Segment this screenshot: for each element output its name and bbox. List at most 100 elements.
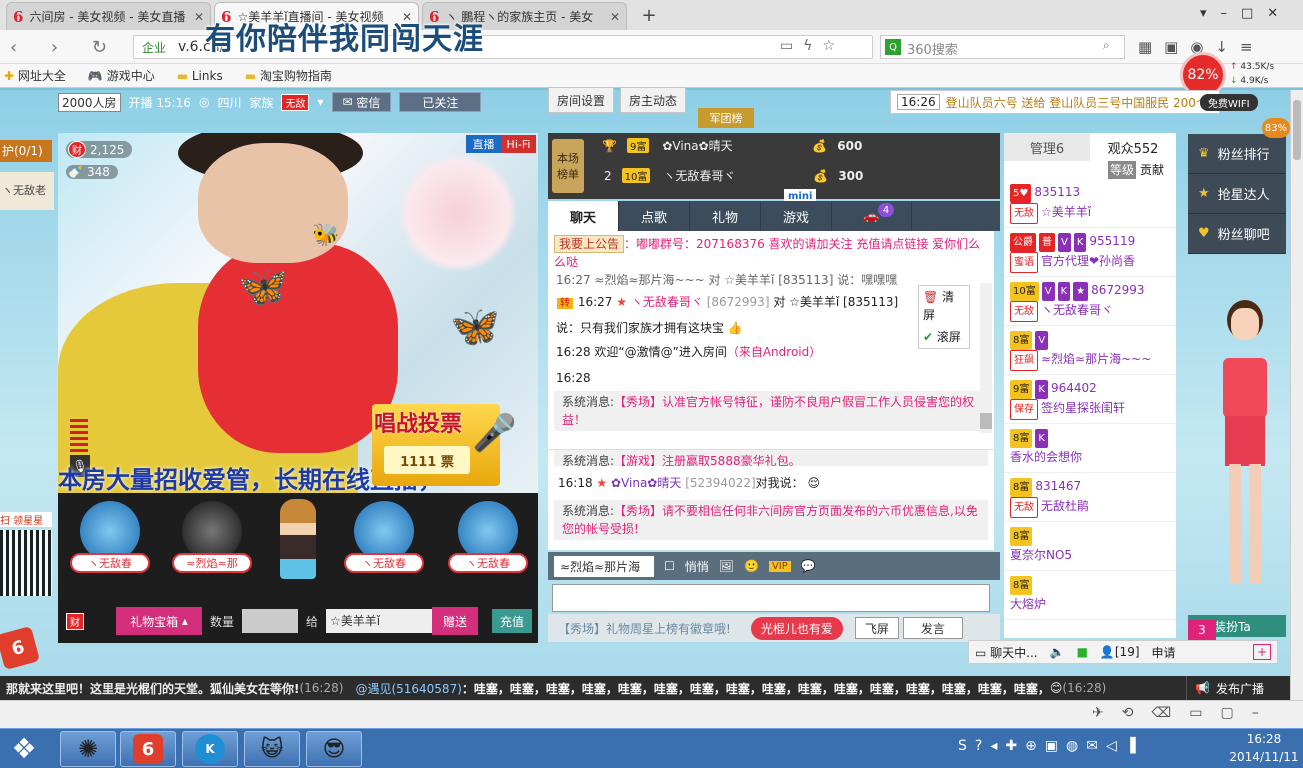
chat-scrollbar[interactable] <box>980 283 992 433</box>
audience-row[interactable]: 9富 K 964402 保存 签约星探张闺轩 <box>1004 375 1176 424</box>
taskbar-app-qq[interactable]: 😺 <box>244 731 300 767</box>
bookmark-item[interactable]: ✚ 网址大全 <box>4 67 66 84</box>
sort-contrib[interactable]: 贡献 <box>1140 161 1164 179</box>
taskbar-app-six[interactable]: 6 <box>120 731 176 767</box>
new-tab-icon[interactable]: + <box>638 4 660 26</box>
vip-icon[interactable]: VIP <box>768 560 791 572</box>
give-button[interactable]: 赠送 <box>432 607 479 635</box>
private-chat[interactable]: 系统消息:【游戏】注册赢取5888豪华礼包。 16:18 ★ ✿Vina✿晴天 … <box>548 450 994 550</box>
chat-user[interactable]: ✿Vina✿晴天 <box>611 476 681 490</box>
apply-button[interactable]: 申请 <box>1152 644 1176 661</box>
user-name[interactable]: ヽ无敌春哥ヾ <box>1041 303 1113 317</box>
seat-1[interactable]: ヽ无敌春 <box>70 501 150 591</box>
tab-chat[interactable]: 聊天 <box>548 201 619 231</box>
user-name[interactable]: ≈烈焰≈那片海~~~ <box>1041 352 1151 366</box>
wifi-badge[interactable]: 免费WIFI <box>1200 94 1258 111</box>
gift-box-button[interactable]: 礼物宝箱 ▴ <box>116 607 202 635</box>
speaker-icon[interactable]: 🔈 <box>1050 645 1065 659</box>
close-icon[interactable]: ✕ <box>194 10 204 24</box>
audience-row[interactable]: 公爵普 V K 955119 蜜语 官方代理❤孙尚香 <box>1004 228 1176 277</box>
seat-2[interactable]: ≈烈焰≈那 <box>172 501 252 591</box>
audience-row[interactable]: 8富 大熔炉 <box>1004 571 1176 620</box>
whisper-checkbox[interactable]: ☐ <box>664 559 675 573</box>
taskbar-app-avatar[interactable]: 😎 <box>306 731 362 767</box>
search-icon[interactable]: ⌕ <box>1103 38 1110 53</box>
room-settings-button[interactable]: 房间设置 <box>548 87 615 113</box>
star-hunter-button[interactable]: ★ 抢星达人 <box>1188 174 1286 214</box>
publish-broadcast-button[interactable]: 📢 发布广播 <box>1186 676 1290 700</box>
close-icon[interactable]: ✕ <box>610 10 620 24</box>
user-name[interactable]: 大熔炉 <box>1010 597 1046 611</box>
rank-row-2[interactable]: 2 10富 ヽ无敌春哥ヾ 💰 300 <box>604 167 984 184</box>
taskbar-app-k[interactable]: K <box>182 731 238 767</box>
tab-gifts[interactable]: 礼物 <box>690 201 761 231</box>
audience-row[interactable]: 8富 V 狂飙 ≈烈焰≈那片海~~~ <box>1004 326 1176 375</box>
chevron-down-icon[interactable]: ▾ <box>317 95 323 109</box>
bookmark-item[interactable]: ▬ 淘宝购物指南 <box>245 67 332 84</box>
audience-row[interactable]: 8富 K 香水的会想你 <box>1004 424 1176 473</box>
sys-link[interactable]: 【秀场】请不要相信任何非六间房官方页面发布的六币优惠信息,以免您的帐号受损! <box>562 504 978 536</box>
public-chat[interactable]: 我要上公告 ：嘟嘟群号：207168376 喜欢的请加关注 充值请点链接 爱你们么… <box>548 231 994 449</box>
guard-tab[interactable]: 护(0/1) <box>0 140 52 162</box>
audience-row[interactable]: 10富 V K ★ 8672993 无敌 ヽ无敌春哥ヾ <box>1004 277 1176 326</box>
user-name[interactable]: ☆美羊羊ǐ <box>1041 205 1091 219</box>
emoji-icon[interactable]: 🙂 <box>744 559 759 573</box>
window-controls[interactable]: ▾–□✕ <box>1200 6 1292 21</box>
quantity-input[interactable] <box>242 609 299 633</box>
browser-tab-1[interactable]: 6 六间房 - 美女视频 - 美女直播 ✕ <box>6 2 211 30</box>
chatting-status[interactable]: ▭ 聊天中... <box>975 644 1038 661</box>
army-rank-button[interactable]: 军团榜 <box>698 108 754 128</box>
seat-4[interactable]: ヽ无敌春 <box>448 501 528 591</box>
announce-tag[interactable]: 我要上公告 <box>554 235 625 253</box>
tab-songs[interactable]: 点歌 <box>619 201 690 231</box>
bookmark-item[interactable]: ▬ Links <box>177 69 223 83</box>
chat-target-select[interactable]: ≈烈焰≈那片海 <box>554 555 654 577</box>
chat-user[interactable]: ヽ无敌春哥ヾ <box>631 295 703 309</box>
password-button[interactable]: ✉ 密信 <box>331 92 392 112</box>
tray-icons[interactable]: S?◂✚⊕▣◍✉◁▐ <box>958 738 1144 754</box>
marquee-user[interactable]: @遇见(51640587) <box>355 680 461 697</box>
image-icon[interactable]: 🖼 <box>719 559 734 573</box>
family-badge[interactable]: 无敌 <box>281 93 310 111</box>
search-field[interactable]: Q 360搜索 ⌕ <box>880 35 1125 59</box>
status-icons[interactable]: ✈⟲⌫▭▢– <box>1092 705 1277 721</box>
audience-row[interactable]: 8富 831467 无敌 无敌杜鹃 <box>1004 473 1176 522</box>
user-name[interactable]: 夏奈尔NO5 <box>1010 548 1072 562</box>
add-icon[interactable]: + <box>1252 644 1271 660</box>
user-name[interactable]: 签约星探张闺轩 <box>1041 401 1125 415</box>
tab-managers[interactable]: 管理6 <box>1004 133 1090 161</box>
seat-3[interactable]: ヽ无敌春 <box>344 501 424 591</box>
user-name[interactable]: 官方代理❤孙尚香 <box>1041 254 1135 268</box>
avatar-character[interactable] <box>1205 300 1285 600</box>
scroll-screen-button[interactable]: ✔ 滚屏 <box>919 326 969 348</box>
audience-row[interactable]: 5♥ 835113 无敌 ☆美羊羊ǐ <box>1004 179 1176 228</box>
tab-games[interactable]: 游戏 <box>761 201 832 231</box>
rank-row-1[interactable]: 🏆 9富 ✿Vina✿晴天 💰 600 <box>602 137 982 154</box>
sys-link[interactable]: 【游戏】注册赢取5888豪华礼包。 <box>614 454 801 466</box>
chat-input[interactable] <box>552 584 990 612</box>
fans-chat-button[interactable]: ♥ 粉丝聊吧 <box>1188 214 1286 254</box>
vote-panel[interactable]: 唱战投票 1111 票 🎤 <box>372 404 517 486</box>
qr-code[interactable] <box>0 530 52 596</box>
tab-car[interactable]: 🚗 4 <box>832 201 912 231</box>
sticker-icon[interactable]: 💬 <box>801 559 816 573</box>
page-scrollbar[interactable] <box>1290 90 1303 700</box>
guard-item[interactable]: ヽ无敌老 <box>0 172 54 210</box>
sys-link[interactable]: 【秀场】认准官方帐号特征，谨防不良用户假冒工作人员侵害您的权益！ <box>562 395 974 427</box>
owner-news-button[interactable]: 房主动态 <box>620 87 687 113</box>
scrollbar-thumb[interactable] <box>980 413 992 429</box>
start-icon[interactable]: ❖ <box>4 730 44 766</box>
bachelor-button[interactable]: 光棍儿也有爱 <box>750 616 843 640</box>
send-button[interactable]: 发言 <box>902 617 963 639</box>
user-name[interactable]: 香水的会想你 <box>1010 450 1082 464</box>
url-actions-icons[interactable]: ▭ϟ☆ <box>780 38 845 54</box>
recharge-button[interactable]: 充值 <box>492 609 533 633</box>
clear-screen-button[interactable]: 🗑 清屏 <box>919 286 969 326</box>
taskbar-clock[interactable]: 16:28 2014/11/11 <box>1225 730 1303 766</box>
fly-screen-button[interactable]: 飞屏 <box>854 617 899 639</box>
audience-row[interactable]: 8富 夏奈尔NO5 <box>1004 522 1176 571</box>
sort-level[interactable]: 等级 <box>1107 161 1136 179</box>
taskbar-app-photos[interactable]: ✺ <box>60 731 116 767</box>
fans-rank-button[interactable]: ♛ 粉丝排行 <box>1188 134 1286 174</box>
tab-viewers[interactable]: 观众552 <box>1090 133 1176 161</box>
